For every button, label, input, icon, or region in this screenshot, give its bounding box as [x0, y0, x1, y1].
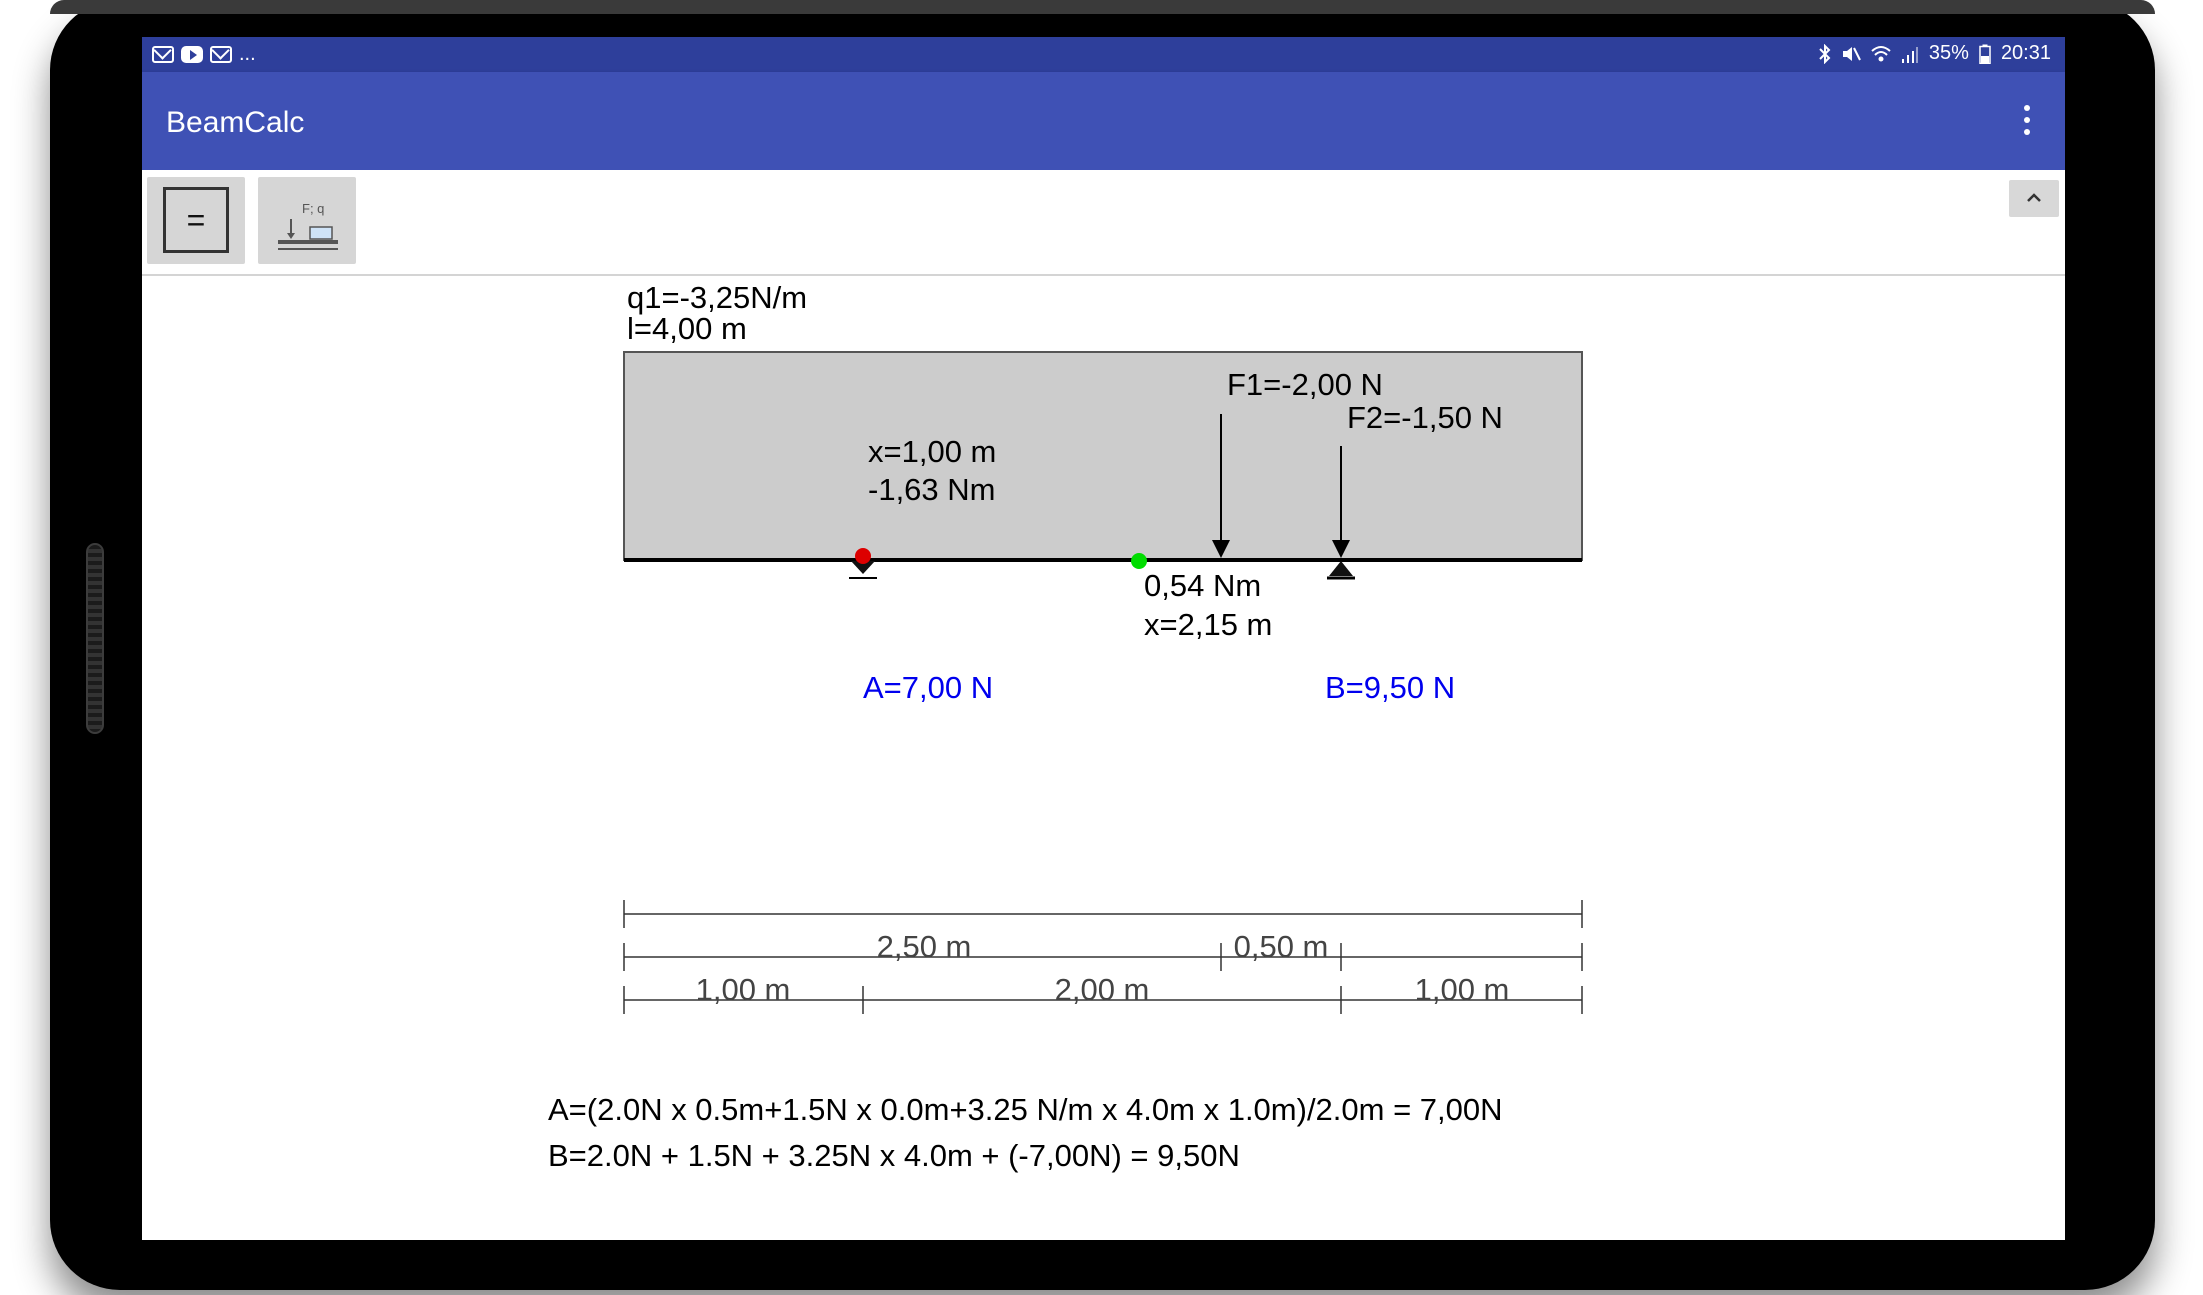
dimension-label-force-2: 0,50 m [1234, 929, 1329, 964]
status-bar: ... 35% 20:31 [142, 37, 2065, 72]
calculate-button[interactable]: = [147, 177, 245, 264]
more-vertical-icon[interactable] [2023, 105, 2031, 139]
force-label-f2: F2=-1,50 N [1347, 400, 1503, 435]
tablet-frame-edge [50, 0, 2155, 14]
collapse-toolbar-button[interactable] [2009, 180, 2059, 217]
beam-loads-icon: F; q [278, 201, 338, 250]
more-notifications: ... [239, 43, 256, 65]
dimension-label-span-3: 1,00 m [1415, 972, 1510, 1007]
mail-icon [152, 46, 174, 63]
dimension-line-total [623, 900, 1583, 928]
tablet-side-button [86, 543, 104, 734]
loads-icon-text: F; q [302, 201, 324, 216]
equals-label: = [163, 187, 229, 253]
notification-icons: ... [152, 43, 256, 66]
dimension-label-force-1: 2,50 m [877, 929, 972, 964]
reaction-a-label: A=7,00 N [863, 670, 993, 705]
support-b-pin [1329, 561, 1353, 576]
youtube-icon [181, 46, 203, 63]
formula-b: B=2.0N + 1.5N + 3.25N x 4.0m + (-7,00N) … [548, 1138, 1240, 1173]
chevron-up-icon [2027, 193, 2041, 202]
loads-button[interactable]: F; q [258, 177, 356, 264]
dimension-line-forces [623, 943, 1583, 971]
min-moment-position: x=2,15 m [1144, 607, 1272, 642]
distributed-load-area [623, 351, 1583, 561]
signal-icon [1901, 46, 1918, 63]
screen: ... 35% 20:31 BeamCalc = F; q q1=-3,25N/… [142, 37, 2065, 1240]
mute-icon [1842, 46, 1861, 61]
clock: 20:31 [2000, 42, 2051, 64]
beam-length-label: l=4,00 m [627, 311, 747, 346]
dimension-label-span-1: 1,00 m [696, 972, 791, 1007]
max-moment-position: x=1,00 m [868, 434, 996, 469]
moment-point-marker-green [1131, 553, 1147, 569]
formula-a: A=(2.0N x 0.5m+1.5N x 0.0m+3.25 N/m x 4.… [548, 1092, 1503, 1127]
distributed-load-label: q1=-3,25N/m [627, 280, 807, 315]
beam-diagram: q1=-3,25N/m l=4,00 m F1=-2,00 N F2=-1,50… [548, 280, 1583, 1173]
dimension-label-span-2: 2,00 m [1055, 972, 1150, 1007]
max-moment-value: -1,63 Nm [868, 472, 995, 507]
mail-icon [210, 46, 232, 63]
min-moment-value: 0,54 Nm [1144, 568, 1261, 603]
battery-icon [1979, 44, 1991, 64]
reaction-b-label: B=9,50 N [1325, 670, 1455, 705]
app-bar: BeamCalc [142, 72, 2065, 170]
app-title: BeamCalc [166, 106, 305, 139]
wifi-icon [1871, 45, 1891, 61]
battery-percent: 35% [1928, 42, 1969, 64]
force-label-f1: F1=-2,00 N [1227, 367, 1383, 402]
beam-canvas: q1=-3,25N/m l=4,00 m F1=-2,00 N F2=-1,50… [142, 276, 2065, 1240]
system-icons: 35% 20:31 [1819, 42, 2051, 65]
bluetooth-icon [1819, 43, 1831, 64]
toolbar: = F; q [142, 170, 2065, 276]
moment-point-marker-red [855, 548, 871, 564]
